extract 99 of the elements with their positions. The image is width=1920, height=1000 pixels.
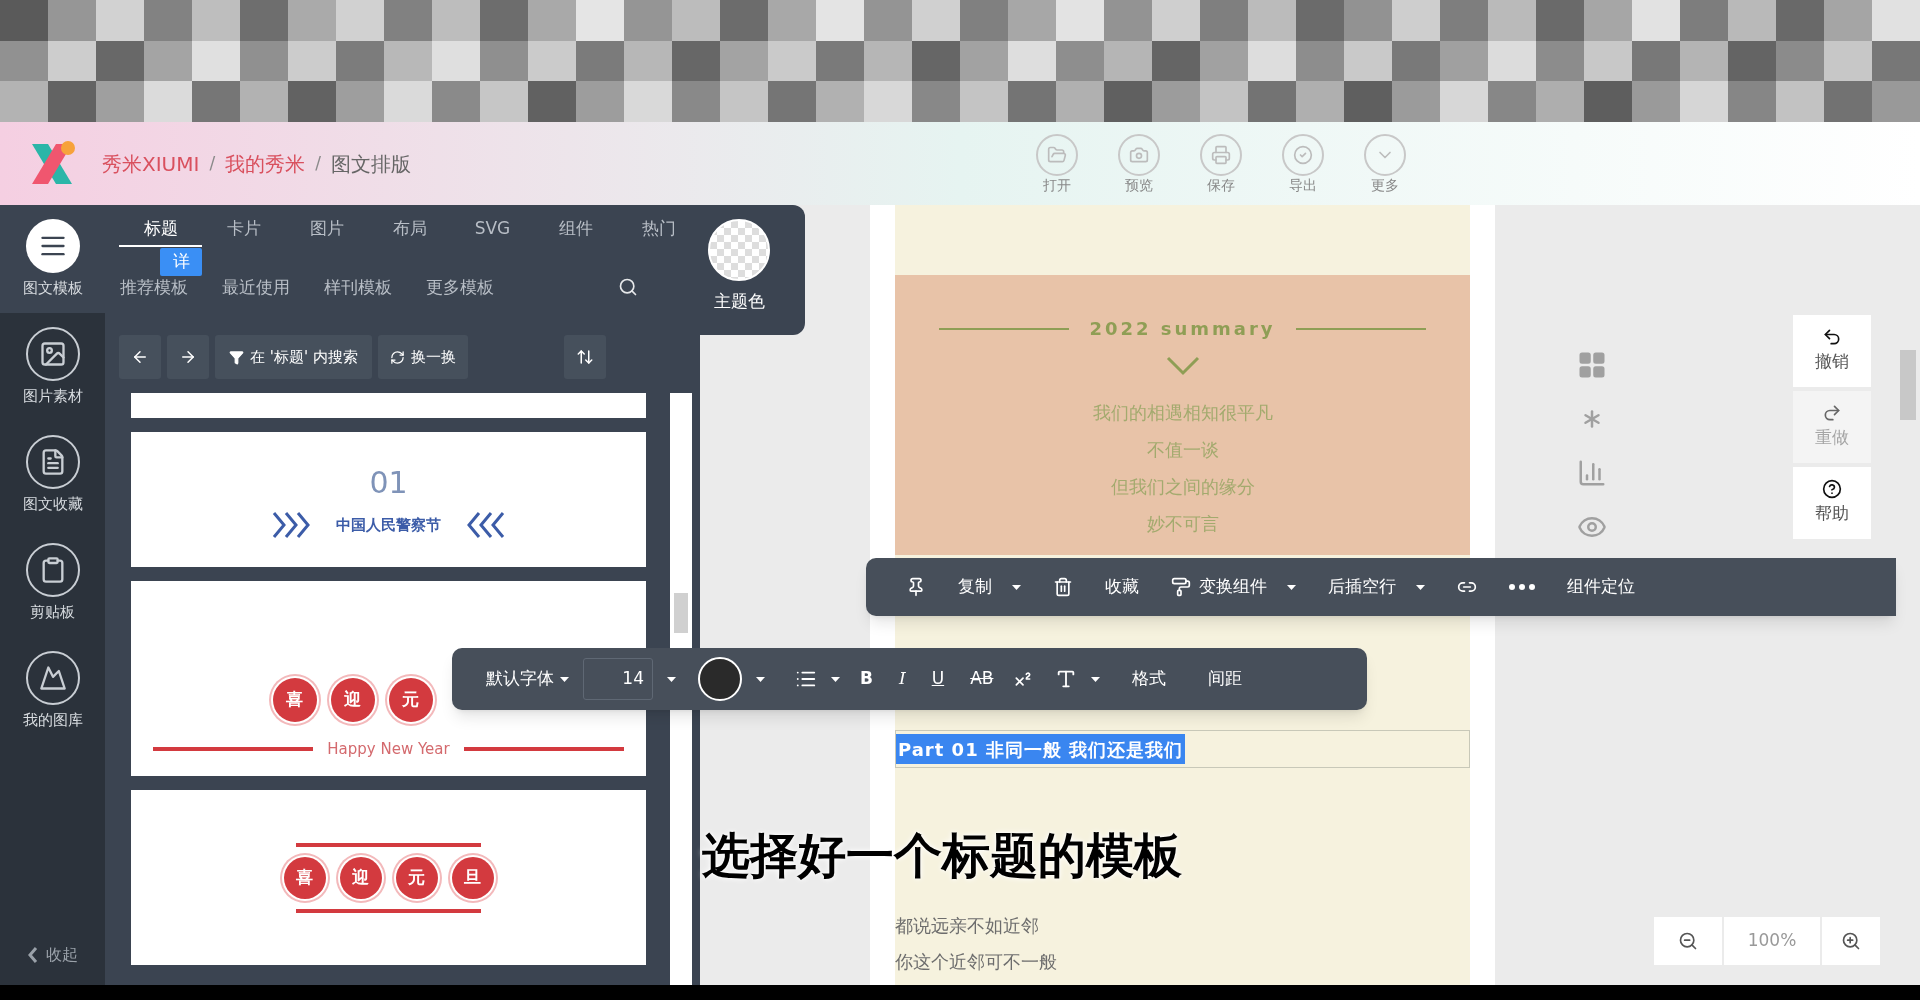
toolbar-button[interactable]: 收藏 xyxy=(1089,567,1155,607)
document-icon xyxy=(25,434,80,489)
theme-color-button[interactable]: 主题色 xyxy=(708,219,770,335)
paint-roller-icon xyxy=(1171,577,1191,597)
side-button[interactable]: 撤销 xyxy=(1793,315,1871,387)
sort-button[interactable] xyxy=(563,335,606,379)
pin-icon xyxy=(906,577,926,597)
breadcrumb-link[interactable]: 图文排版 xyxy=(330,148,411,179)
sort-icon xyxy=(575,348,594,366)
redo-icon xyxy=(1822,403,1842,424)
image-icon xyxy=(25,326,80,381)
filter-icon xyxy=(229,349,244,365)
zoom-out-icon xyxy=(1678,931,1698,951)
toolbar-button[interactable]: 组件定位 xyxy=(1551,567,1651,607)
check-icon xyxy=(1281,133,1324,176)
zoom-in-icon xyxy=(1841,931,1861,951)
subcategory-tab[interactable]: 最近使用 xyxy=(222,277,290,297)
sidebar-item[interactable]: 图文收藏 xyxy=(0,421,105,529)
search-in-category-button[interactable]: 在 '标题' 内搜索 xyxy=(215,335,372,379)
sidebar-item[interactable]: 图文模板 xyxy=(0,205,105,313)
banner-heading: 2022 summary xyxy=(1089,317,1276,341)
subcategory-tab[interactable]: 更多模板 xyxy=(426,277,494,297)
sidebar-item[interactable]: 剪贴板 xyxy=(0,529,105,637)
template-number: 01 xyxy=(369,464,408,502)
caret-icon xyxy=(831,676,840,682)
folder-icon xyxy=(1035,133,1078,176)
spacing-button[interactable]: 间距 xyxy=(1208,666,1243,692)
text-style-button[interactable]: I xyxy=(892,666,912,692)
caret-icon xyxy=(667,676,676,682)
search-icon[interactable] xyxy=(618,277,638,297)
subcategory-tab[interactable]: 样刊模板 xyxy=(324,277,392,297)
caret-icon xyxy=(1287,584,1296,590)
forward-button[interactable] xyxy=(167,335,209,379)
breadcrumb-separator: / xyxy=(209,151,216,175)
body-text: 都说远亲不如近邻 xyxy=(895,914,1040,938)
camera-icon xyxy=(1117,133,1160,176)
category-tab[interactable]: 图片 xyxy=(285,213,368,247)
trash-icon xyxy=(1053,577,1073,597)
menu-button[interactable]: 后插空行 xyxy=(1312,567,1441,607)
body-text: 你这个近邻可不一般 xyxy=(895,950,1058,974)
clipboard-icon xyxy=(25,542,80,597)
category-tab[interactable]: SVG xyxy=(451,213,534,247)
font-dropdown[interactable]: 默认字体 xyxy=(486,666,569,692)
more-icon xyxy=(1509,584,1535,590)
banner-text: 妙不可言 xyxy=(1146,512,1219,536)
color-swatch[interactable] xyxy=(698,657,742,701)
font-size-field[interactable]: 14 xyxy=(583,658,653,700)
character-badge: 喜 xyxy=(272,677,317,722)
character-badge: 元 xyxy=(395,856,438,899)
character-badge: 迎 xyxy=(330,677,375,722)
arrow-right-icon xyxy=(179,348,197,366)
zoom-out-button[interactable] xyxy=(1654,917,1722,965)
toolbar-button[interactable]: 更多 xyxy=(1358,133,1411,194)
caret-icon xyxy=(1012,584,1021,590)
back-button[interactable] xyxy=(119,335,161,379)
banner-text: 我们的相遇相知很平凡 xyxy=(1092,401,1273,425)
help-icon xyxy=(1822,479,1842,500)
caret-icon xyxy=(756,676,765,682)
side-button[interactable]: 帮助 xyxy=(1793,467,1871,539)
text-style-button[interactable]: AB xyxy=(964,666,1000,692)
caret-icon xyxy=(1091,676,1101,682)
category-tab[interactable]: 卡片 xyxy=(202,213,285,247)
template-caption: Happy New Year xyxy=(327,738,450,760)
menu-button[interactable]: 复制 xyxy=(942,567,1037,607)
chevrons-left-icon xyxy=(467,511,505,539)
undo-icon xyxy=(1822,327,1842,348)
toolbar-button[interactable]: 导出 xyxy=(1276,133,1329,194)
template-title: 中国人民警察节 xyxy=(336,514,441,536)
chevron-down-icon xyxy=(1165,356,1200,376)
category-tab[interactable]: 热门 xyxy=(617,213,700,247)
format-button[interactable]: 格式 xyxy=(1132,666,1167,692)
shuffle-button[interactable]: 换一换 xyxy=(377,335,468,379)
character-badge: 元 xyxy=(388,677,433,722)
text-style-button[interactable]: B xyxy=(854,666,879,692)
menu-button[interactable]: 变换组件 xyxy=(1155,567,1312,607)
zoom-in-button[interactable] xyxy=(1822,917,1880,965)
breadcrumb-separator: / xyxy=(315,151,321,175)
sidebar-item[interactable]: 图片素材 xyxy=(0,313,105,421)
collapse-button[interactable]: 收起 xyxy=(0,925,105,985)
character-badge: 迎 xyxy=(339,856,382,899)
chevrons-right-icon xyxy=(272,511,310,539)
chevron-down-icon xyxy=(1363,133,1406,176)
detail-badge: 详 xyxy=(160,248,202,276)
text-style-button[interactable]: U xyxy=(925,666,951,692)
chevron-left-icon xyxy=(27,947,38,963)
character-badge: 喜 xyxy=(283,856,326,899)
mountain-icon xyxy=(25,650,80,705)
zoom-level: 100% xyxy=(1724,917,1820,965)
category-tab[interactable]: 布局 xyxy=(368,213,451,247)
refresh-icon xyxy=(389,349,405,365)
character-badge: 旦 xyxy=(451,856,494,899)
caret-icon xyxy=(1416,584,1425,590)
video-subtitle: 选择好一个标题的模板 xyxy=(702,826,1182,885)
banner-text: 但我们之间的缘分 xyxy=(1110,475,1255,499)
subcategory-tab[interactable]: 推荐模板 xyxy=(120,277,188,297)
printer-icon xyxy=(1199,133,1242,176)
category-tab[interactable]: 组件 xyxy=(534,213,617,247)
caret-icon xyxy=(560,676,569,682)
sidebar-item[interactable]: 我的图库 xyxy=(0,637,105,745)
